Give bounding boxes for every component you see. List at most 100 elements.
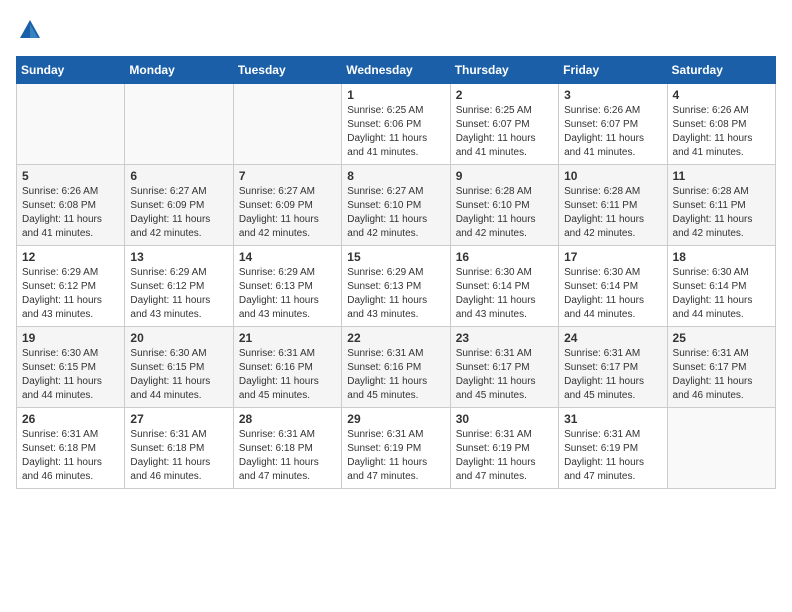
calendar-cell: 7 Sunrise: 6:27 AMSunset: 6:09 PMDaylight… <box>233 165 341 246</box>
calendar-cell: 25 Sunrise: 6:31 AMSunset: 6:17 PMDayligh… <box>667 327 775 408</box>
calendar-cell <box>233 84 341 165</box>
calendar-week-5: 26 Sunrise: 6:31 AMSunset: 6:18 PMDayligh… <box>17 408 776 489</box>
calendar-cell: 23 Sunrise: 6:31 AMSunset: 6:17 PMDayligh… <box>450 327 558 408</box>
day-number: 7 <box>239 169 336 183</box>
calendar-week-2: 5Sunrise: 6:26 AMSunset: 6:08 PMDaylight… <box>17 165 776 246</box>
day-number: 28 <box>239 412 336 426</box>
day-info: Sunrise: 6:27 AMSunset: 6:09 PMDaylight:… <box>239 185 336 241</box>
calendar-cell: 29Sunrise: 6:31 AMSunset: 6:19 PMDayligh… <box>342 408 450 489</box>
day-number: 24 <box>564 331 661 345</box>
weekday-header-thursday: Thursday <box>450 57 558 84</box>
day-number: 5 <box>22 169 119 183</box>
calendar-cell: 16 Sunrise: 6:30 AMSunset: 6:14 PMDayligh… <box>450 246 558 327</box>
weekday-header-row: SundayMondayTuesdayWednesdayThursdayFrid… <box>17 57 776 84</box>
day-info: Sunrise: 6:27 AMSunset: 6:10 PMDaylight:… <box>347 185 444 241</box>
day-info: Sunrise: 6:30 AMSunset: 6:14 PMDaylight:… <box>564 266 661 322</box>
day-info: Sunrise: 6:26 AMSunset: 6:08 PMDaylight:… <box>673 104 770 160</box>
weekday-header-friday: Friday <box>559 57 667 84</box>
day-info: Sunrise: 6:31 AMSunset: 6:17 PMDaylight:… <box>456 347 553 403</box>
calendar-cell <box>667 408 775 489</box>
day-info: Sunrise: 6:29 AMSunset: 6:12 PMDaylight:… <box>22 266 119 322</box>
day-number: 20 <box>130 331 227 345</box>
calendar-cell: 5Sunrise: 6:26 AMSunset: 6:08 PMDaylight… <box>17 165 125 246</box>
calendar-cell: 14 Sunrise: 6:29 AMSunset: 6:13 PMDayligh… <box>233 246 341 327</box>
calendar-cell: 4 Sunrise: 6:26 AMSunset: 6:08 PMDaylight… <box>667 84 775 165</box>
day-number: 16 <box>456 250 553 264</box>
calendar-cell: 6 Sunrise: 6:27 AMSunset: 6:09 PMDaylight… <box>125 165 233 246</box>
day-number: 11 <box>673 169 770 183</box>
day-info: Sunrise: 6:29 AMSunset: 6:13 PMDaylight:… <box>239 266 336 322</box>
day-number: 30 <box>456 412 553 426</box>
day-number: 22 <box>347 331 444 345</box>
weekday-header-monday: Monday <box>125 57 233 84</box>
calendar-cell: 13 Sunrise: 6:29 AMSunset: 6:12 PMDayligh… <box>125 246 233 327</box>
calendar-cell: 18Sunrise: 6:30 AMSunset: 6:14 PMDayligh… <box>667 246 775 327</box>
day-number: 1 <box>347 88 444 102</box>
calendar-cell: 21Sunrise: 6:31 AMSunset: 6:16 PMDayligh… <box>233 327 341 408</box>
calendar-week-1: 1Sunrise: 6:25 AMSunset: 6:06 PMDaylight… <box>17 84 776 165</box>
calendar-cell <box>17 84 125 165</box>
day-info: Sunrise: 6:30 AMSunset: 6:14 PMDaylight:… <box>673 266 770 322</box>
page-header <box>16 16 776 44</box>
day-number: 13 <box>130 250 227 264</box>
weekday-header-sunday: Sunday <box>17 57 125 84</box>
day-info: Sunrise: 6:31 AMSunset: 6:19 PMDaylight:… <box>564 428 661 484</box>
calendar-week-4: 19 Sunrise: 6:30 AMSunset: 6:15 PMDayligh… <box>17 327 776 408</box>
day-number: 3 <box>564 88 661 102</box>
logo <box>16 16 48 44</box>
day-info: Sunrise: 6:26 AMSunset: 6:07 PMDaylight:… <box>564 104 661 160</box>
day-number: 15 <box>347 250 444 264</box>
day-info: Sunrise: 6:28 AMSunset: 6:11 PMDaylight:… <box>673 185 770 241</box>
calendar-cell: 22 Sunrise: 6:31 AMSunset: 6:16 PMDayligh… <box>342 327 450 408</box>
day-info: Sunrise: 6:30 AMSunset: 6:15 PMDaylight:… <box>22 347 119 403</box>
calendar-cell: 9Sunrise: 6:28 AMSunset: 6:10 PMDaylight… <box>450 165 558 246</box>
day-number: 19 <box>22 331 119 345</box>
day-info: Sunrise: 6:29 AMSunset: 6:12 PMDaylight:… <box>130 266 227 322</box>
day-info: Sunrise: 6:31 AMSunset: 6:18 PMDaylight:… <box>239 428 336 484</box>
day-number: 31 <box>564 412 661 426</box>
calendar-header: SundayMondayTuesdayWednesdayThursdayFrid… <box>17 57 776 84</box>
weekday-header-wednesday: Wednesday <box>342 57 450 84</box>
day-number: 6 <box>130 169 227 183</box>
calendar-cell: 28 Sunrise: 6:31 AMSunset: 6:18 PMDayligh… <box>233 408 341 489</box>
day-info: Sunrise: 6:31 AMSunset: 6:19 PMDaylight:… <box>456 428 553 484</box>
day-info: Sunrise: 6:25 AMSunset: 6:07 PMDaylight:… <box>456 104 553 160</box>
day-number: 4 <box>673 88 770 102</box>
day-number: 26 <box>22 412 119 426</box>
day-info: Sunrise: 6:30 AMSunset: 6:15 PMDaylight:… <box>130 347 227 403</box>
day-number: 27 <box>130 412 227 426</box>
calendar-cell: 31 Sunrise: 6:31 AMSunset: 6:19 PMDayligh… <box>559 408 667 489</box>
calendar-cell: 26Sunrise: 6:31 AMSunset: 6:18 PMDayligh… <box>17 408 125 489</box>
calendar-cell: 2Sunrise: 6:25 AMSunset: 6:07 PMDaylight… <box>450 84 558 165</box>
calendar-cell: 15 Sunrise: 6:29 AMSunset: 6:13 PMDayligh… <box>342 246 450 327</box>
day-number: 29 <box>347 412 444 426</box>
day-number: 10 <box>564 169 661 183</box>
calendar-cell <box>125 84 233 165</box>
day-number: 21 <box>239 331 336 345</box>
day-info: Sunrise: 6:31 AMSunset: 6:17 PMDaylight:… <box>673 347 770 403</box>
logo-icon <box>16 16 44 44</box>
day-info: Sunrise: 6:31 AMSunset: 6:17 PMDaylight:… <box>564 347 661 403</box>
calendar-cell: 8Sunrise: 6:27 AMSunset: 6:10 PMDaylight… <box>342 165 450 246</box>
calendar-cell: 17 Sunrise: 6:30 AMSunset: 6:14 PMDayligh… <box>559 246 667 327</box>
day-number: 12 <box>22 250 119 264</box>
day-info: Sunrise: 6:28 AMSunset: 6:10 PMDaylight:… <box>456 185 553 241</box>
day-number: 17 <box>564 250 661 264</box>
calendar-cell: 19 Sunrise: 6:30 AMSunset: 6:15 PMDayligh… <box>17 327 125 408</box>
day-info: Sunrise: 6:27 AMSunset: 6:09 PMDaylight:… <box>130 185 227 241</box>
day-number: 23 <box>456 331 553 345</box>
calendar-body: 1Sunrise: 6:25 AMSunset: 6:06 PMDaylight… <box>17 84 776 489</box>
day-number: 25 <box>673 331 770 345</box>
day-info: Sunrise: 6:30 AMSunset: 6:14 PMDaylight:… <box>456 266 553 322</box>
day-info: Sunrise: 6:31 AMSunset: 6:16 PMDaylight:… <box>347 347 444 403</box>
day-info: Sunrise: 6:29 AMSunset: 6:13 PMDaylight:… <box>347 266 444 322</box>
calendar-cell: 27Sunrise: 6:31 AMSunset: 6:18 PMDayligh… <box>125 408 233 489</box>
calendar-table: SundayMondayTuesdayWednesdayThursdayFrid… <box>16 56 776 489</box>
calendar-cell: 10Sunrise: 6:28 AMSunset: 6:11 PMDayligh… <box>559 165 667 246</box>
day-number: 14 <box>239 250 336 264</box>
weekday-header-saturday: Saturday <box>667 57 775 84</box>
calendar-cell: 24 Sunrise: 6:31 AMSunset: 6:17 PMDayligh… <box>559 327 667 408</box>
calendar-cell: 1Sunrise: 6:25 AMSunset: 6:06 PMDaylight… <box>342 84 450 165</box>
weekday-header-tuesday: Tuesday <box>233 57 341 84</box>
calendar-cell: 12 Sunrise: 6:29 AMSunset: 6:12 PMDayligh… <box>17 246 125 327</box>
